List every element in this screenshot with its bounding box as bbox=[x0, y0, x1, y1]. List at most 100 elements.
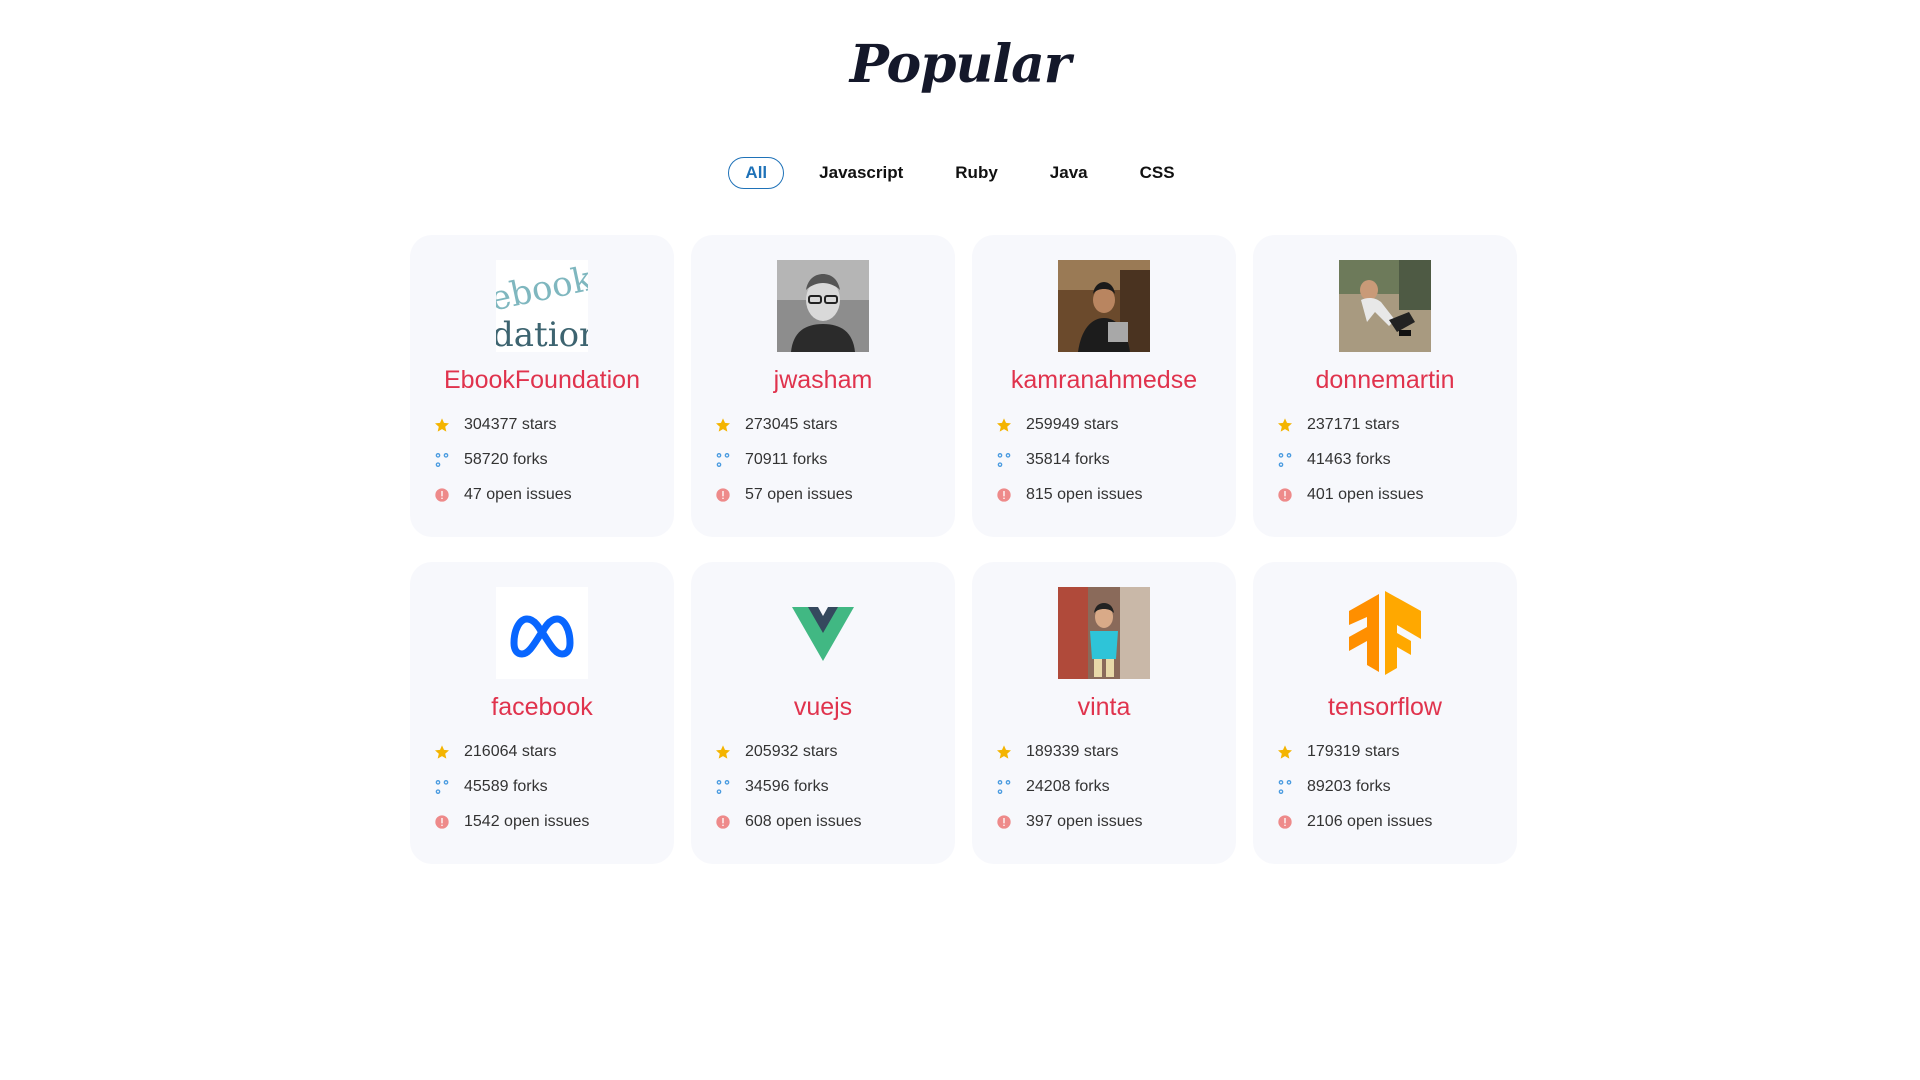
repo-card[interactable]: vuejs 205932 stars 34596 forks 608 open … bbox=[691, 562, 955, 864]
repo-card[interactable]: facebook 216064 stars 45589 forks 1542 o… bbox=[410, 562, 674, 864]
stars-row: 273045 stars bbox=[715, 407, 915, 442]
stars-row: 179319 stars bbox=[1277, 734, 1477, 769]
repo-card[interactable]: vinta 189339 stars 24208 forks 397 open … bbox=[972, 562, 1236, 864]
forks-row: 89203 forks bbox=[1277, 769, 1477, 804]
portrait-photo-avatar bbox=[1339, 260, 1431, 352]
repo-stats: 237171 stars 41463 forks 401 open issues bbox=[1277, 407, 1477, 512]
repo-card[interactable]: donnemartin 237171 stars 41463 forks 401… bbox=[1253, 235, 1517, 537]
stars-count: 273045 stars bbox=[745, 415, 838, 433]
fork-icon bbox=[716, 779, 730, 794]
fork-icon bbox=[997, 779, 1011, 794]
stars-row: 189339 stars bbox=[996, 734, 1196, 769]
issues-count: 401 open issues bbox=[1307, 485, 1424, 503]
forks-row: 35814 forks bbox=[996, 442, 1196, 477]
issues-row: 608 open issues bbox=[715, 804, 915, 839]
stars-row: 259949 stars bbox=[996, 407, 1196, 442]
forks-count: 35814 forks bbox=[1026, 450, 1110, 468]
stars-count: 189339 stars bbox=[1026, 742, 1119, 760]
fork-icon bbox=[716, 452, 730, 467]
portrait-photo-avatar bbox=[777, 260, 869, 352]
issues-count: 608 open issues bbox=[745, 812, 862, 830]
repo-name[interactable]: tensorflow bbox=[1328, 693, 1442, 722]
issues-count: 1542 open issues bbox=[464, 812, 590, 830]
meta-logo-avatar bbox=[496, 587, 588, 679]
tab-all[interactable]: All bbox=[728, 157, 785, 189]
portrait-photo-avatar bbox=[1058, 587, 1150, 679]
vue-logo-avatar bbox=[777, 587, 869, 679]
fork-icon bbox=[1278, 779, 1292, 794]
tensorflow-logo-avatar bbox=[1339, 587, 1431, 679]
fork-icon bbox=[435, 452, 449, 467]
issue-icon bbox=[1278, 814, 1292, 829]
issues-row: 397 open issues bbox=[996, 804, 1196, 839]
forks-row: 34596 forks bbox=[715, 769, 915, 804]
tab-javascript[interactable]: Javascript bbox=[802, 157, 920, 189]
star-icon bbox=[1278, 744, 1292, 759]
portrait-photo-avatar bbox=[1058, 260, 1150, 352]
repo-name[interactable]: vinta bbox=[1078, 693, 1131, 722]
tab-ruby[interactable]: Ruby bbox=[938, 157, 1015, 189]
stars-count: 216064 stars bbox=[464, 742, 557, 760]
ebookfoundation-logo-avatar: ebook dation bbox=[496, 260, 588, 352]
repo-name[interactable]: vuejs bbox=[794, 693, 852, 722]
repo-stats: 304377 stars 58720 forks 47 open issues bbox=[434, 407, 634, 512]
forks-row: 45589 forks bbox=[434, 769, 634, 804]
repo-name[interactable]: EbookFoundation bbox=[444, 366, 640, 395]
forks-count: 41463 forks bbox=[1307, 450, 1391, 468]
repo-name[interactable]: facebook bbox=[491, 693, 592, 722]
repo-stats: 189339 stars 24208 forks 397 open issues bbox=[996, 734, 1196, 839]
repo-stats: 259949 stars 35814 forks 815 open issues bbox=[996, 407, 1196, 512]
issues-count: 815 open issues bbox=[1026, 485, 1143, 503]
repo-card[interactable]: tensorflow 179319 stars 89203 forks 2106… bbox=[1253, 562, 1517, 864]
stars-row: 304377 stars bbox=[434, 407, 634, 442]
forks-count: 89203 forks bbox=[1307, 777, 1391, 795]
issue-icon bbox=[716, 487, 730, 502]
forks-row: 70911 forks bbox=[715, 442, 915, 477]
page-title: Popular bbox=[849, 34, 1071, 95]
star-icon bbox=[1278, 417, 1292, 432]
repo-card[interactable]: jwasham 273045 stars 70911 forks 57 open… bbox=[691, 235, 955, 537]
stars-count: 304377 stars bbox=[464, 415, 557, 433]
repo-name[interactable]: donnemartin bbox=[1316, 366, 1455, 395]
language-tabs: All Javascript Ruby Java CSS bbox=[0, 157, 1920, 189]
star-icon bbox=[997, 417, 1011, 432]
repo-name[interactable]: kamranahmedse bbox=[1011, 366, 1197, 395]
repo-card[interactable]: ebook dation EbookFoundation 304377 star… bbox=[410, 235, 674, 537]
issues-row: 2106 open issues bbox=[1277, 804, 1477, 839]
svg-text:dation: dation bbox=[496, 315, 588, 352]
stars-row: 205932 stars bbox=[715, 734, 915, 769]
star-icon bbox=[716, 744, 730, 759]
issue-icon bbox=[997, 814, 1011, 829]
issues-row: 401 open issues bbox=[1277, 477, 1477, 512]
repo-stats: 216064 stars 45589 forks 1542 open issue… bbox=[434, 734, 634, 839]
issues-row: 57 open issues bbox=[715, 477, 915, 512]
tab-java[interactable]: Java bbox=[1033, 157, 1105, 189]
fork-icon bbox=[997, 452, 1011, 467]
star-icon bbox=[435, 744, 449, 759]
stars-count: 205932 stars bbox=[745, 742, 838, 760]
repo-card[interactable]: kamranahmedse 259949 stars 35814 forks 8… bbox=[972, 235, 1236, 537]
issues-count: 2106 open issues bbox=[1307, 812, 1433, 830]
repo-stats: 179319 stars 89203 forks 2106 open issue… bbox=[1277, 734, 1477, 839]
issue-icon bbox=[435, 487, 449, 502]
issues-count: 397 open issues bbox=[1026, 812, 1143, 830]
stars-count: 179319 stars bbox=[1307, 742, 1400, 760]
fork-icon bbox=[1278, 452, 1292, 467]
forks-count: 70911 forks bbox=[745, 450, 828, 468]
fork-icon bbox=[435, 779, 449, 794]
stars-count: 237171 stars bbox=[1307, 415, 1400, 433]
issue-icon bbox=[716, 814, 730, 829]
forks-row: 58720 forks bbox=[434, 442, 634, 477]
forks-count: 58720 forks bbox=[464, 450, 548, 468]
issues-count: 57 open issues bbox=[745, 485, 853, 503]
repo-stats: 273045 stars 70911 forks 57 open issues bbox=[715, 407, 915, 512]
issue-icon bbox=[997, 487, 1011, 502]
star-icon bbox=[435, 417, 449, 432]
forks-count: 24208 forks bbox=[1026, 777, 1110, 795]
forks-row: 24208 forks bbox=[996, 769, 1196, 804]
tab-css[interactable]: CSS bbox=[1123, 157, 1192, 189]
issue-icon bbox=[1278, 487, 1292, 502]
forks-count: 34596 forks bbox=[745, 777, 829, 795]
issue-icon bbox=[435, 814, 449, 829]
repo-name[interactable]: jwasham bbox=[774, 366, 873, 395]
